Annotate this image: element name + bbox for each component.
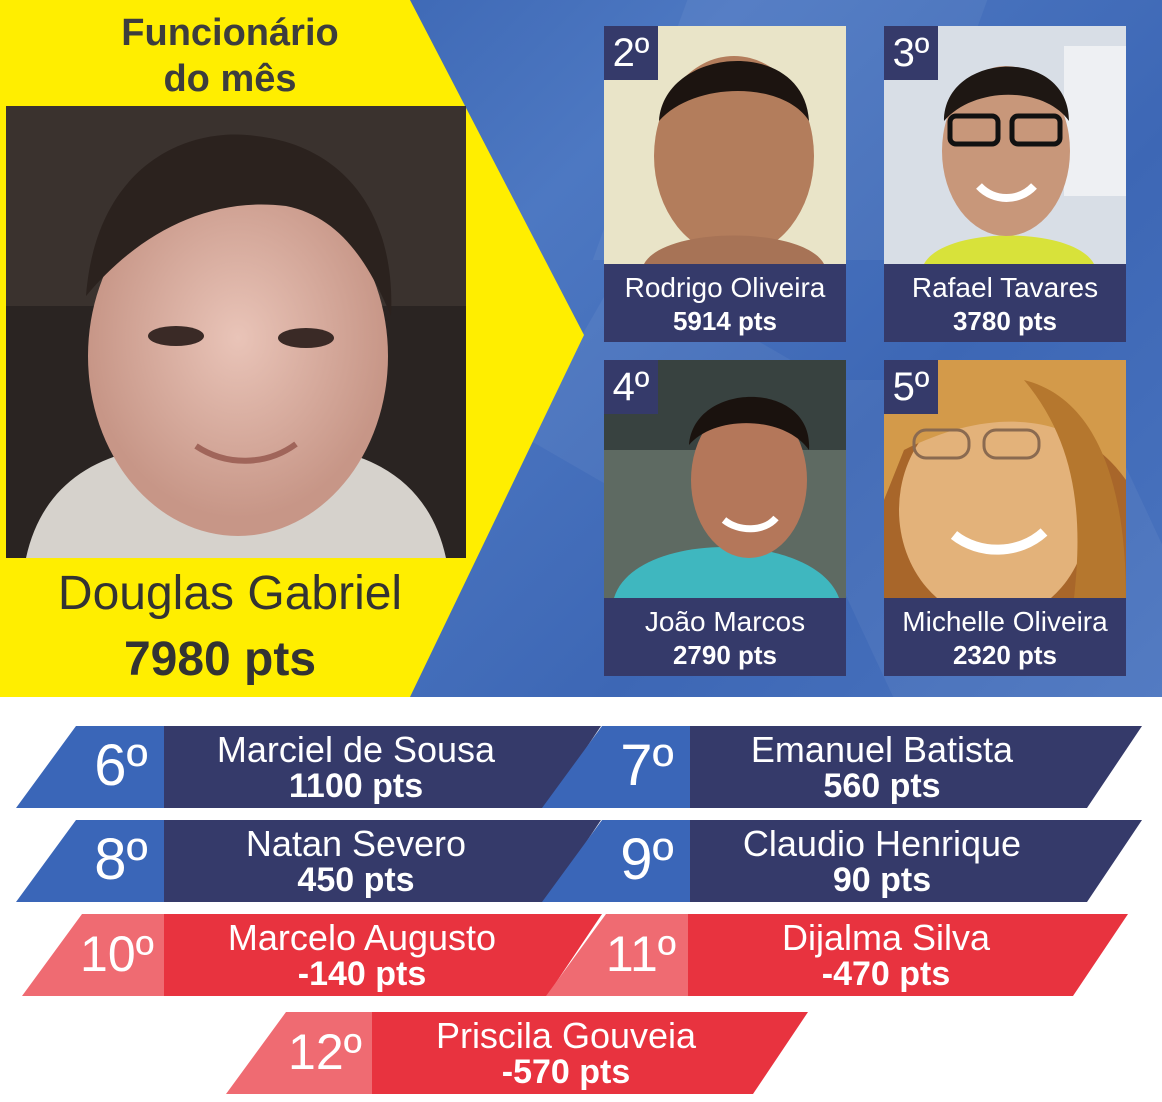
winner-title-line-1: Funcionário (121, 12, 339, 54)
runner-name: Rafael Tavares (911, 272, 1099, 303)
ranking-score: -570 pts (501, 1053, 631, 1091)
ranking-name: Natan Severo (245, 823, 467, 864)
ranking-position: 6º (94, 733, 148, 798)
ranking-position: 11º (605, 926, 677, 982)
ranking-position: 8º (94, 827, 148, 892)
runner-score: 5914 pts (672, 306, 778, 336)
runner-card-2[interactable]: 2º Rodrigo Oliveira 5914 pts (604, 26, 846, 342)
runner-info: Rafael Tavares 3780 pts (884, 264, 1126, 342)
ranking-score: 560 pts (823, 767, 941, 805)
runner-score: 2320 pts (952, 640, 1058, 670)
winner-score: 7980 pts (123, 633, 317, 686)
ranking-name: Priscila Gouveia (435, 1015, 697, 1056)
winner-name: Douglas Gabriel (57, 567, 403, 620)
ranking-row-12[interactable]: 12º Priscila Gouveia -570 pts (226, 1012, 811, 1094)
ranking-name: Marciel de Sousa (216, 729, 496, 770)
runner-rank: 2º (604, 26, 658, 80)
ranking-position: 10º (80, 926, 154, 982)
runner-score: 2790 pts (672, 640, 778, 670)
ranking-score: -470 pts (821, 955, 951, 993)
runner-info: Rodrigo Oliveira 5914 pts (604, 264, 846, 342)
ranking-score: 450 pts (297, 861, 415, 899)
ranking-row-10[interactable]: 10º Marcelo Augusto -140 pts (22, 914, 607, 996)
runner-name: João Marcos (644, 606, 806, 637)
runner-name: Michelle Oliveira (902, 606, 1108, 637)
runner-rank: 4º (604, 360, 658, 414)
ranking-score: 90 pts (832, 861, 932, 899)
ranking-name: Marcelo Augusto (227, 917, 497, 958)
runner-rank: 3º (884, 26, 938, 80)
ranking-position: 7º (620, 733, 674, 798)
winner-photo (6, 106, 466, 558)
ranking-position: 9º (620, 827, 674, 892)
ranking-row-11[interactable]: 11º Dijalma Silva -470 pts (546, 914, 1131, 996)
winner-panel: Funcionário do mês Douglas Gabriel 7980 … (0, 0, 590, 697)
runner-card-4[interactable]: 4º João Marcos 2790 pts (604, 360, 846, 676)
runner-score: 3780 pts (952, 306, 1058, 336)
ranking-row-8[interactable]: 8º Natan Severo 450 pts (16, 820, 601, 902)
runner-card-3[interactable]: 3º Rafael Tavares 3780 pts (884, 26, 1126, 342)
ranking-row-6[interactable]: 6º Marciel de Sousa 1100 pts (16, 726, 601, 808)
ranking-name: Claudio Henrique (742, 823, 1022, 864)
runner-rank: 5º (884, 360, 938, 414)
winner-title-line-2: do mês (163, 58, 297, 100)
ranking-score: 1100 pts (288, 767, 424, 805)
ranking-row-7[interactable]: 7º Emanuel Batista 560 pts (542, 726, 1142, 808)
ranking-row-9[interactable]: 9º Claudio Henrique 90 pts (542, 820, 1142, 902)
ranking-position: 12º (288, 1024, 362, 1080)
runner-info: Michelle Oliveira 2320 pts (884, 598, 1126, 676)
ranking-name: Emanuel Batista (750, 729, 1014, 770)
runner-info: João Marcos 2790 pts (604, 598, 846, 676)
ranking-score: -140 pts (297, 955, 427, 993)
ranking-name: Dijalma Silva (781, 917, 991, 958)
runner-card-5[interactable]: 5º Michelle Oliveira 2320 pts (884, 360, 1126, 676)
runner-name: Rodrigo Oliveira (624, 272, 826, 303)
